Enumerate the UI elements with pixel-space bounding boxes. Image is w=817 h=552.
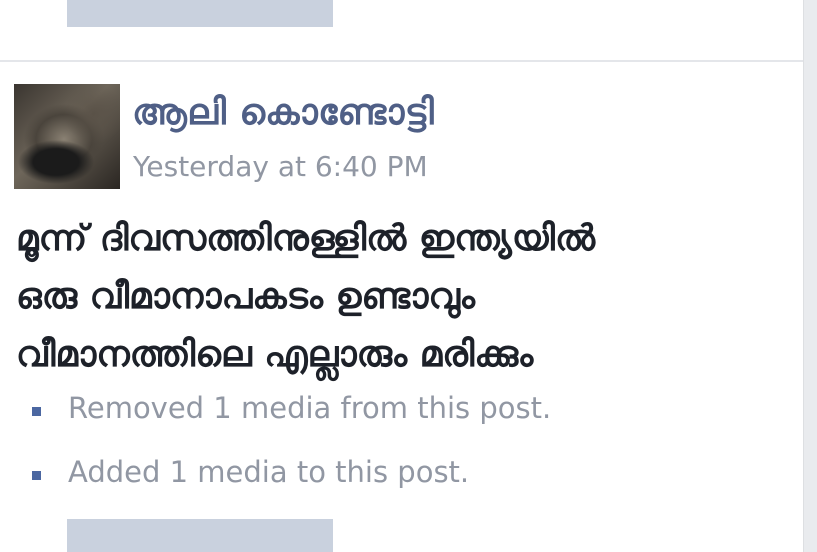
bullet-icon — [32, 471, 41, 480]
edit-history-text: Added 1 media to this post. — [68, 455, 470, 489]
avatar[interactable] — [14, 84, 120, 189]
next-post-placeholder — [67, 519, 333, 552]
post-body-line: മൂന്ന് ദിവസത്തിനുള്ളിൽ ഇന്ത്യയിൽ — [16, 218, 596, 259]
post-body: മൂന്ന് ദിവസത്തിനുള്ളിൽ ഇന്ത്യയിൽ ഒരു വീമ… — [16, 210, 776, 384]
edit-history-list: Removed 1 media from this post. Added 1 … — [0, 386, 780, 514]
right-scroll-rail[interactable] — [803, 0, 817, 552]
post-body-line: ഒരു വീമാനാപകടം ഉണ്ടാവും — [16, 276, 476, 317]
facebook-post-screen: ആലി കൊണ്ടോട്ടി Yesterday at 6:40 PM മൂന്… — [0, 0, 817, 552]
previous-post-placeholder — [67, 0, 333, 27]
edit-history-item: Added 1 media to this post. — [0, 450, 780, 514]
bullet-icon — [32, 407, 41, 416]
edit-history-text: Removed 1 media from this post. — [68, 391, 552, 425]
post-timestamp-link[interactable]: Yesterday at 6:40 PM — [133, 150, 428, 183]
edit-history-item: Removed 1 media from this post. — [0, 386, 780, 450]
post-divider — [0, 60, 803, 62]
post-body-line: വീമാനത്തിലെ എല്ലാരും മരിക്കും — [16, 334, 534, 375]
author-name-link[interactable]: ആലി കൊണ്ടോട്ടി — [132, 92, 434, 134]
